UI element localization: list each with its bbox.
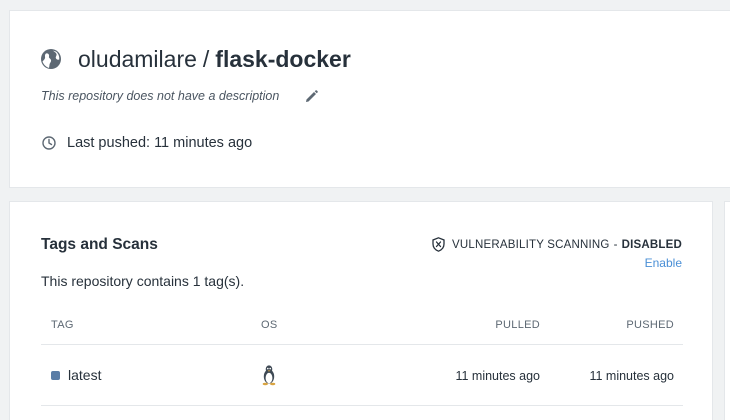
pencil-icon[interactable] — [305, 89, 319, 103]
repository-name: flask-docker — [215, 45, 351, 72]
linux-icon — [261, 364, 277, 386]
column-header-pushed: PUSHED — [626, 319, 674, 331]
pushed-time: 11 minutes ago — [589, 369, 674, 383]
repository-description: This repository does not have a descript… — [41, 89, 280, 103]
repository-title: oludamilare / flask-docker — [40, 44, 351, 74]
tags-count-text: This repository contains 1 tag(s). — [41, 273, 245, 289]
vulnerability-scanning-label: VULNERABILITY SCANNING — [452, 238, 610, 251]
tags-and-scans-card: Tags and Scans VULNERABILITY SCANNING - … — [9, 201, 713, 420]
tags-table-header: TAG OS PULLED PUSHED — [41, 310, 683, 345]
tag-name[interactable]: latest — [68, 367, 101, 383]
shield-x-icon — [432, 237, 445, 252]
vulnerability-scanning-status: VULNERABILITY SCANNING - DISABLED — [432, 237, 682, 252]
tags-section-title: Tags and Scans — [41, 236, 158, 253]
last-pushed-text: Last pushed: 11 minutes ago — [67, 135, 253, 151]
repository-separator: / — [202, 45, 210, 72]
side-panel-card — [724, 201, 730, 420]
table-row: latest 11 minutes ago 11 minutes ago — [41, 346, 683, 406]
column-header-os: OS — [261, 319, 278, 331]
globe-icon — [40, 48, 62, 70]
column-header-tag: TAG — [51, 319, 74, 331]
repository-header-card: oludamilare / flask-docker This reposito… — [9, 10, 730, 188]
column-header-pulled: PULLED — [495, 319, 540, 331]
repository-description-row: This repository does not have a descript… — [41, 89, 319, 103]
tag-marker-icon — [51, 370, 60, 380]
vulnerability-dash: - — [613, 238, 618, 251]
enable-scanning-link[interactable]: Enable — [645, 256, 682, 270]
tag-cell[interactable]: latest — [51, 367, 101, 383]
pulled-time: 11 minutes ago — [455, 369, 540, 383]
last-pushed-row: Last pushed: 11 minutes ago — [42, 135, 252, 151]
repository-namespace[interactable]: oludamilare — [78, 46, 197, 73]
vulnerability-scanning-state: DISABLED — [621, 238, 682, 251]
clock-icon — [42, 136, 56, 150]
